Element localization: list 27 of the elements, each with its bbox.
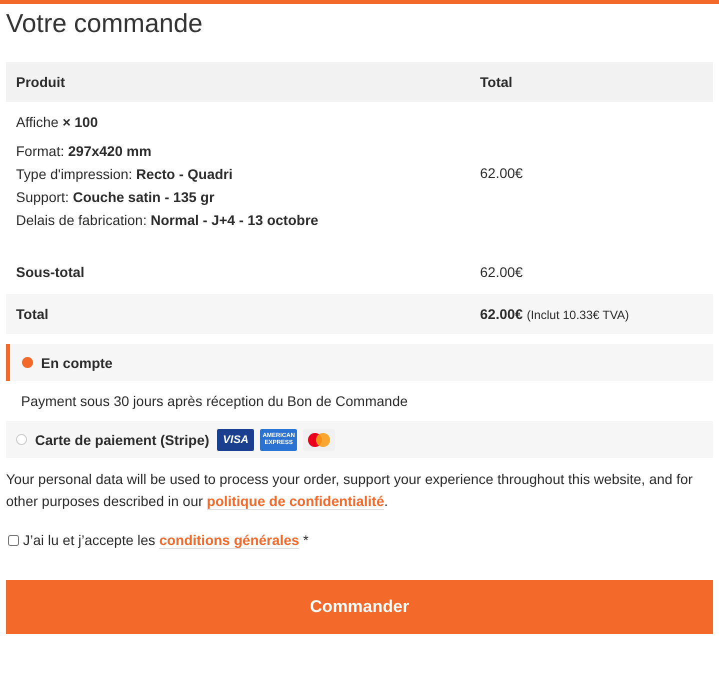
- visa-card-icon: VISA: [217, 428, 254, 450]
- payment-label: Carte de paiement (Stripe): [35, 432, 210, 448]
- mastercard-icon: [303, 428, 336, 450]
- privacy-notice: Your personal data will be used to process your order, support your experience throughout this website, and for other purposes described in our politique de confidentialité.: [6, 470, 694, 512]
- radio-button[interactable]: [16, 434, 27, 445]
- payment-label: En compte: [41, 354, 113, 370]
- product-option: Format: 297x420 mm: [16, 140, 460, 163]
- order-button[interactable]: Commander: [6, 580, 713, 634]
- total-value: 62.00€ (Inclut 10.33€ TVA): [480, 306, 629, 322]
- subtotal-label: Sous-total: [15, 264, 86, 280]
- subtotal-value: 62.00€: [480, 264, 523, 280]
- line-total: 62.00€: [480, 165, 523, 181]
- product-option: Type d'impression: Recto - Quadri: [16, 163, 460, 186]
- payment-description: Payment sous 30 jours après réception du Bon de Commande: [21, 392, 409, 411]
- total-label: Total: [15, 306, 50, 322]
- product-option: Support: Couche satin - 135 gr: [16, 186, 460, 209]
- page-heading: Votre commande: [6, 7, 204, 40]
- column-header: Produit: [15, 74, 66, 90]
- product-name: Affiche × 100: [16, 114, 99, 130]
- terms-checkbox[interactable]: [8, 534, 19, 546]
- terms-label: J’ai lu et j’accepte les conditions générales *: [23, 532, 309, 548]
- payment-option[interactable]: En compte: [6, 344, 713, 381]
- product-option: Delais de fabrication: Normal - J+4 - 13 octobre: [16, 209, 460, 232]
- privacy-policy-link[interactable]: politique de confidentialité: [206, 493, 384, 510]
- column-header: Total: [479, 74, 514, 90]
- terms-link[interactable]: conditions générales: [159, 532, 300, 549]
- radio-button[interactable]: [22, 357, 33, 368]
